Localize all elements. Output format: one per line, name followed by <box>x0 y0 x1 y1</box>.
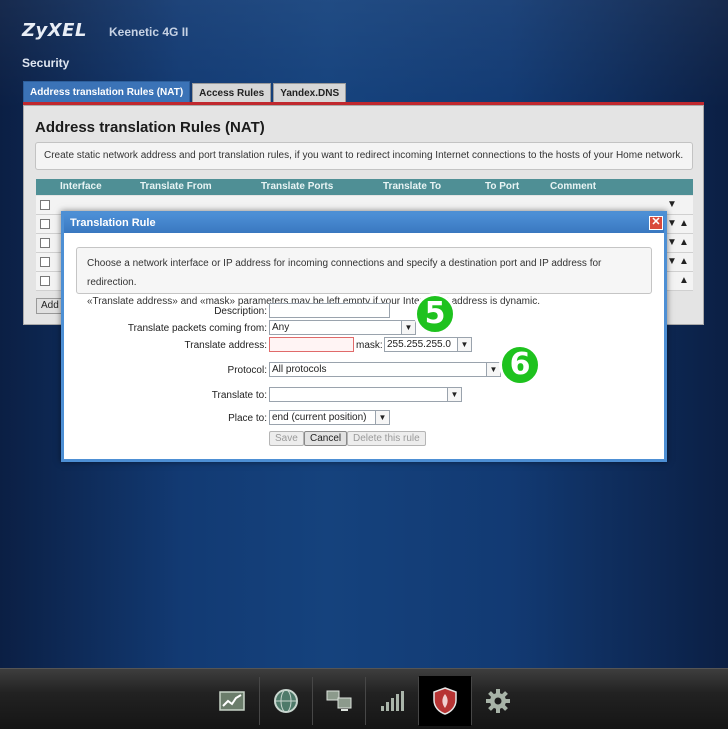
section-title: Security <box>22 56 70 70</box>
mask-value: 255.255.255.0 <box>387 339 451 350</box>
cancel-button[interactable]: Cancel <box>304 431 348 446</box>
add-rule-button[interactable]: Add <box>36 298 64 314</box>
tab-yandex-dns[interactable]: Yandex.DNS <box>273 83 347 103</box>
translate-address-field[interactable] <box>269 337 354 352</box>
nav-home-network[interactable] <box>313 676 365 726</box>
column-translate-from: Translate From <box>140 181 212 192</box>
move-up-icon[interactable]: ▲ <box>679 275 689 286</box>
row-checkbox[interactable] <box>40 238 50 248</box>
brand-logo: ZyXEL <box>22 20 87 41</box>
column-interface: Interface <box>60 181 102 192</box>
row-checkbox[interactable] <box>40 200 50 210</box>
move-down-icon[interactable]: ▼ <box>667 218 677 229</box>
place-to-select[interactable]: end (current position) ▼ <box>269 410 390 425</box>
translate-to-select[interactable]: ▼ <box>269 387 462 402</box>
row-checkbox[interactable] <box>40 257 50 267</box>
panel-description: Create static network address and port t… <box>35 142 693 170</box>
bottom-nav-bar <box>0 668 728 729</box>
move-up-icon[interactable]: ▲ <box>679 237 689 248</box>
translation-rule-dialog: Translation Rule ✕ Choose a network inte… <box>61 211 667 462</box>
protocol-select[interactable]: All protocols ▼ <box>269 362 501 377</box>
nav-system[interactable] <box>472 676 524 726</box>
chevron-down-icon: ▼ <box>457 338 471 351</box>
coming-from-value: Any <box>272 322 290 333</box>
step-6-badge: 6 <box>499 344 541 386</box>
translate-to-label: Translate to: <box>211 390 267 401</box>
description-field[interactable] <box>269 303 390 318</box>
chevron-down-icon: ▼ <box>447 388 461 401</box>
save-button[interactable]: Save <box>269 431 304 446</box>
device-model: Keenetic 4G II <box>109 25 189 39</box>
row-checkbox[interactable] <box>40 219 50 229</box>
delete-rule-button[interactable]: Delete this rule <box>347 431 426 446</box>
chevron-down-icon: ▼ <box>486 363 500 376</box>
move-up-icon[interactable]: ▲ <box>679 218 689 229</box>
column-to-port: To Port <box>485 181 520 192</box>
gear-icon <box>486 689 510 713</box>
nav-security[interactable] <box>419 676 471 726</box>
coming-from-label: Translate packets coming from: <box>127 323 267 334</box>
move-down-icon[interactable]: ▼ <box>667 237 677 248</box>
mask-select[interactable]: 255.255.255.0 ▼ <box>384 337 472 352</box>
protocol-label: Protocol: <box>227 365 267 376</box>
tab-bar: Address translation Rules (NAT) Access R… <box>23 81 348 103</box>
nav-wifi[interactable] <box>366 676 418 726</box>
mask-label: mask: <box>356 340 383 351</box>
shield-icon <box>433 687 457 715</box>
info-line-1: Choose a network interface or IP address… <box>87 258 602 288</box>
move-down-icon[interactable]: ▼ <box>667 256 677 267</box>
nav-internet[interactable] <box>260 676 312 726</box>
network-icon <box>326 690 352 711</box>
description-label: Description: <box>214 306 267 317</box>
signal-icon <box>381 691 404 711</box>
table-header: Interface Translate From Translate Ports… <box>36 179 693 195</box>
tab-access-rules[interactable]: Access Rules <box>192 83 272 103</box>
step-5-badge: 5 <box>414 293 456 335</box>
close-icon[interactable]: ✕ <box>649 216 663 230</box>
move-down-icon[interactable]: ▼ <box>667 199 677 210</box>
translate-address-label: Translate address: <box>184 340 267 351</box>
column-translate-to: Translate To <box>383 181 442 192</box>
dialog-info-box: Choose a network interface or IP address… <box>76 247 652 307</box>
nav-monitor[interactable] <box>206 676 258 726</box>
move-up-icon[interactable]: ▲ <box>679 256 689 267</box>
place-to-value: end (current position) <box>272 412 367 423</box>
column-translate-ports: Translate Ports <box>261 181 334 192</box>
row-checkbox[interactable] <box>40 276 50 286</box>
coming-from-select[interactable]: Any ▼ <box>269 320 416 335</box>
tab-nat[interactable]: Address translation Rules (NAT) <box>23 81 191 103</box>
column-comment: Comment <box>550 181 597 192</box>
protocol-value: All protocols <box>272 364 327 375</box>
panel-title: Address translation Rules (NAT) <box>35 119 265 136</box>
dialog-title: Translation Rule <box>64 214 664 233</box>
chevron-down-icon: ▼ <box>375 411 389 424</box>
chevron-down-icon: ▼ <box>401 321 415 334</box>
place-to-label: Place to: <box>228 413 267 424</box>
chart-icon <box>219 691 245 711</box>
globe-icon <box>274 689 298 713</box>
